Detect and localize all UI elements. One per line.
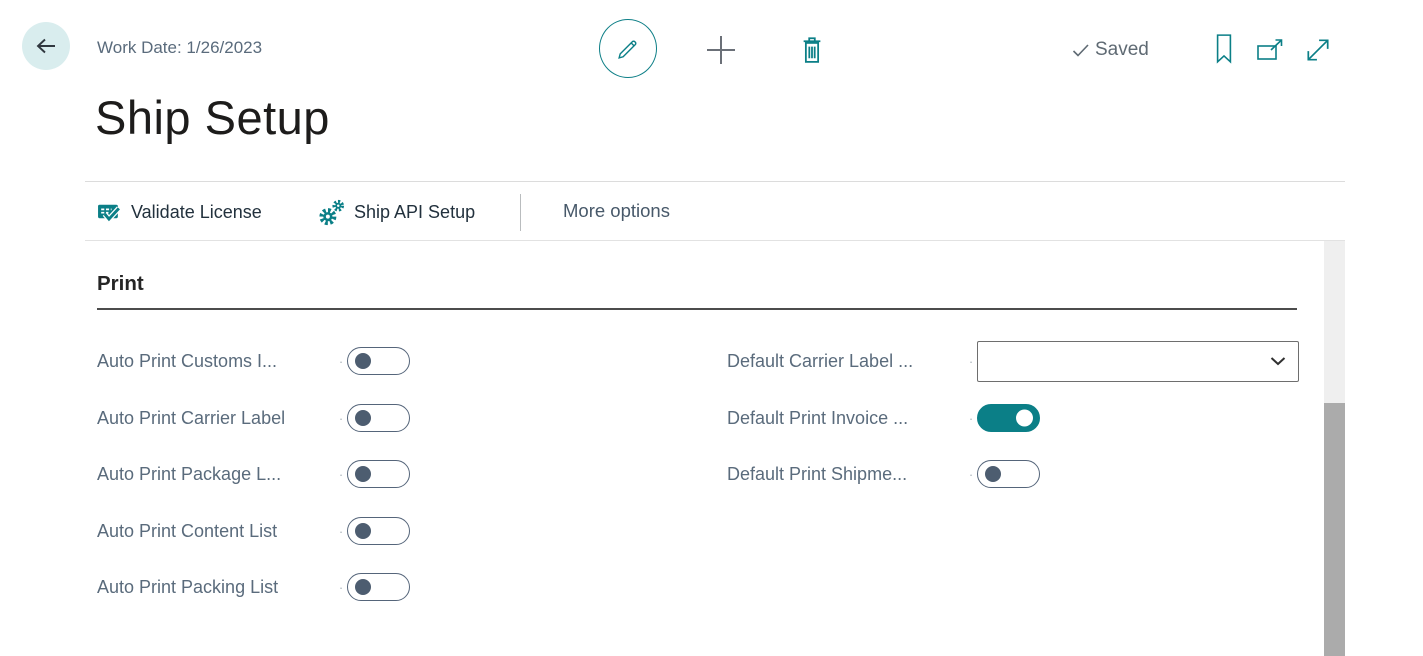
validate-license-button[interactable]: Validate License [97, 196, 262, 228]
action-bar-divider [520, 194, 521, 231]
auto-print-package-toggle[interactable] [347, 460, 410, 488]
field-label: Default Print Shipme... [727, 464, 965, 485]
field-row-auto-print-content-list: Auto Print Content List [97, 510, 410, 552]
auto-print-packing-list-toggle[interactable] [347, 573, 410, 601]
field-label: Default Carrier Label ... [727, 351, 965, 372]
divider-bottom [85, 240, 1345, 241]
field-row-auto-print-customs: Auto Print Customs I... [97, 340, 410, 382]
ship-setup-page: Work Date: 1/26/2023 [0, 0, 1423, 656]
check-icon [1072, 43, 1090, 57]
gears-icon [318, 199, 345, 226]
field-label: Default Print Invoice ... [727, 408, 965, 429]
field-row-default-carrier-label: Default Carrier Label ... [727, 340, 1299, 382]
chevron-down-icon [1270, 356, 1286, 366]
print-section-rule [97, 308, 1297, 310]
default-carrier-label-select[interactable] [977, 341, 1299, 382]
toggle-knob [985, 466, 1001, 482]
field-row-auto-print-carrier-label: Auto Print Carrier Label [97, 397, 410, 439]
leader-dot [335, 524, 347, 539]
field-label: Auto Print Content List [97, 521, 335, 542]
bookmark-button[interactable] [1213, 33, 1235, 65]
bookmark-icon [1213, 33, 1235, 65]
toggle-knob [355, 353, 371, 369]
leader-dot [965, 354, 977, 369]
toggle-knob [355, 523, 371, 539]
field-row-default-print-invoice: Default Print Invoice ... [727, 397, 1040, 439]
leader-dot [335, 411, 347, 426]
validate-license-icon [97, 201, 122, 224]
back-arrow-icon [33, 33, 59, 59]
leader-dot [335, 354, 347, 369]
scrollbar-thumb[interactable] [1324, 403, 1345, 656]
auto-print-content-list-toggle[interactable] [347, 517, 410, 545]
toggle-knob [355, 579, 371, 595]
save-status: Saved [1072, 39, 1149, 61]
edit-button[interactable] [599, 19, 657, 78]
page-title: Ship Setup [95, 90, 330, 145]
plus-icon [704, 33, 738, 67]
save-status-label: Saved [1095, 39, 1149, 61]
scrollbar-track[interactable] [1324, 241, 1345, 403]
ship-api-setup-button[interactable]: Ship API Setup [318, 196, 475, 228]
toggle-knob [355, 466, 371, 482]
print-section-title: Print [97, 272, 144, 296]
field-row-auto-print-package: Auto Print Package L... [97, 453, 410, 495]
leader-dot [965, 411, 977, 426]
expand-button[interactable] [1303, 35, 1333, 65]
trash-icon [799, 36, 825, 65]
toggle-knob [355, 410, 371, 426]
delete-button[interactable] [798, 35, 826, 65]
field-label: Auto Print Package L... [97, 464, 335, 485]
divider-top [85, 181, 1345, 182]
field-row-auto-print-packing-list: Auto Print Packing List [97, 566, 410, 608]
field-label: Auto Print Customs I... [97, 351, 335, 372]
validate-license-label: Validate License [131, 202, 262, 223]
default-print-invoice-toggle[interactable] [977, 404, 1040, 432]
expand-icon [1304, 36, 1332, 64]
default-print-shipment-toggle[interactable] [977, 460, 1040, 488]
auto-print-customs-toggle[interactable] [347, 347, 410, 375]
popout-icon [1255, 37, 1287, 63]
leader-dot [335, 467, 347, 482]
back-button[interactable] [22, 22, 70, 70]
field-label: Auto Print Carrier Label [97, 408, 335, 429]
new-button[interactable] [703, 32, 739, 68]
open-in-new-window-button[interactable] [1254, 36, 1288, 64]
field-label: Auto Print Packing List [97, 577, 335, 598]
pencil-icon [615, 36, 641, 62]
more-options-button[interactable]: More options [563, 200, 670, 222]
field-row-default-print-shipment: Default Print Shipme... [727, 453, 1040, 495]
work-date: Work Date: 1/26/2023 [97, 38, 262, 58]
toggle-knob [1016, 410, 1033, 427]
ship-api-setup-label: Ship API Setup [354, 202, 475, 223]
leader-dot [335, 580, 347, 595]
leader-dot [965, 467, 977, 482]
auto-print-carrier-label-toggle[interactable] [347, 404, 410, 432]
